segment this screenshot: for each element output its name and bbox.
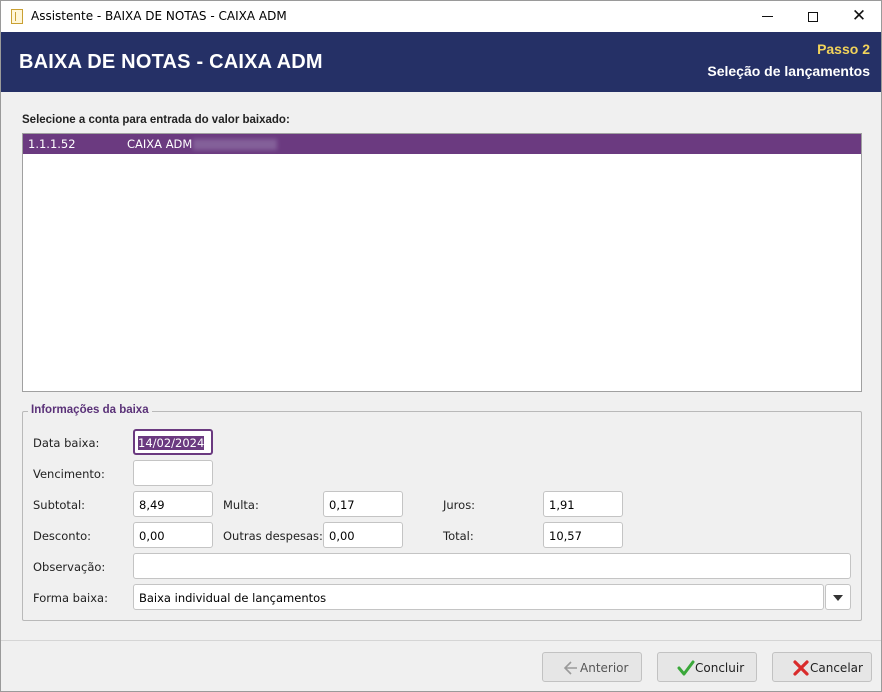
header-banner: BAIXA DE NOTAS - CAIXA ADM Passo 2 Seleç… — [1, 32, 881, 92]
minimize-button[interactable] — [744, 1, 790, 32]
forma-baixa-select[interactable]: Baixa individual de lançamentos — [133, 584, 824, 610]
total-label: Total: — [443, 529, 474, 543]
minimize-icon — [761, 16, 773, 17]
maximize-icon — [808, 11, 818, 22]
total-input[interactable]: 10,57 — [543, 522, 623, 548]
step-indicator: Passo 2 — [817, 41, 870, 57]
outras-despesas-input[interactable]: 0,00 — [323, 522, 403, 548]
close-icon: ✕ — [851, 6, 867, 26]
data-baixa-label: Data baixa: — [33, 436, 100, 450]
account-list[interactable]: 1.1.1.52 CAIXA ADM — [22, 133, 862, 392]
observacao-label: Observação: — [33, 560, 106, 574]
juros-input[interactable]: 1,91 — [543, 491, 623, 517]
multa-input[interactable]: 0,17 — [323, 491, 403, 517]
arrow-left-icon — [563, 661, 577, 675]
observacao-input[interactable] — [133, 553, 851, 579]
multa-label: Multa: — [223, 498, 259, 512]
cancel-x-icon — [793, 660, 809, 676]
cancel-button[interactable]: Cancelar — [772, 652, 872, 682]
account-code: 1.1.1.52 — [28, 137, 76, 151]
vencimento-input[interactable] — [133, 460, 213, 486]
finish-label: Concluir — [695, 661, 745, 675]
previous-label: Anterior — [580, 661, 629, 675]
previous-button[interactable]: Anterior — [542, 652, 642, 682]
footer-divider — [1, 640, 881, 641]
juros-label: Juros: — [443, 498, 476, 512]
desconto-input[interactable]: 0,00 — [133, 522, 213, 548]
maximize-button[interactable] — [790, 1, 836, 32]
app-icon — [11, 9, 23, 24]
outras-despesas-label: Outras despesas: — [223, 529, 323, 543]
step-description: Seleção de lançamentos — [707, 63, 870, 79]
subtotal-label: Subtotal: — [33, 498, 86, 512]
vencimento-label: Vencimento: — [33, 467, 105, 481]
close-button[interactable]: ✕ — [836, 1, 882, 32]
window-title: Assistente - BAIXA DE NOTAS - CAIXA ADM — [31, 9, 287, 23]
title-bar: Assistente - BAIXA DE NOTAS - CAIXA ADM … — [1, 1, 881, 32]
account-list-label: Selecione a conta para entrada do valor … — [22, 114, 290, 126]
forma-baixa-label: Forma baixa: — [33, 591, 108, 605]
cancel-label: Cancelar — [810, 661, 863, 675]
checkmark-icon — [677, 660, 695, 676]
details-group-title: Informações da baixa — [28, 404, 152, 416]
account-row-selected[interactable]: 1.1.1.52 CAIXA ADM — [23, 134, 861, 154]
data-baixa-input[interactable]: 14/02/2024 — [133, 429, 213, 455]
desconto-label: Desconto: — [33, 529, 91, 543]
subtotal-input[interactable]: 8,49 — [133, 491, 213, 517]
finish-button[interactable]: Concluir — [657, 652, 757, 682]
data-baixa-value: 14/02/2024 — [138, 436, 205, 450]
chevron-down-icon[interactable] — [825, 584, 851, 610]
wizard-window: Assistente - BAIXA DE NOTAS - CAIXA ADM … — [0, 0, 882, 692]
page-title: BAIXA DE NOTAS - CAIXA ADM — [19, 51, 323, 73]
account-name: CAIXA ADM — [127, 137, 193, 151]
redacted-text — [193, 139, 277, 150]
